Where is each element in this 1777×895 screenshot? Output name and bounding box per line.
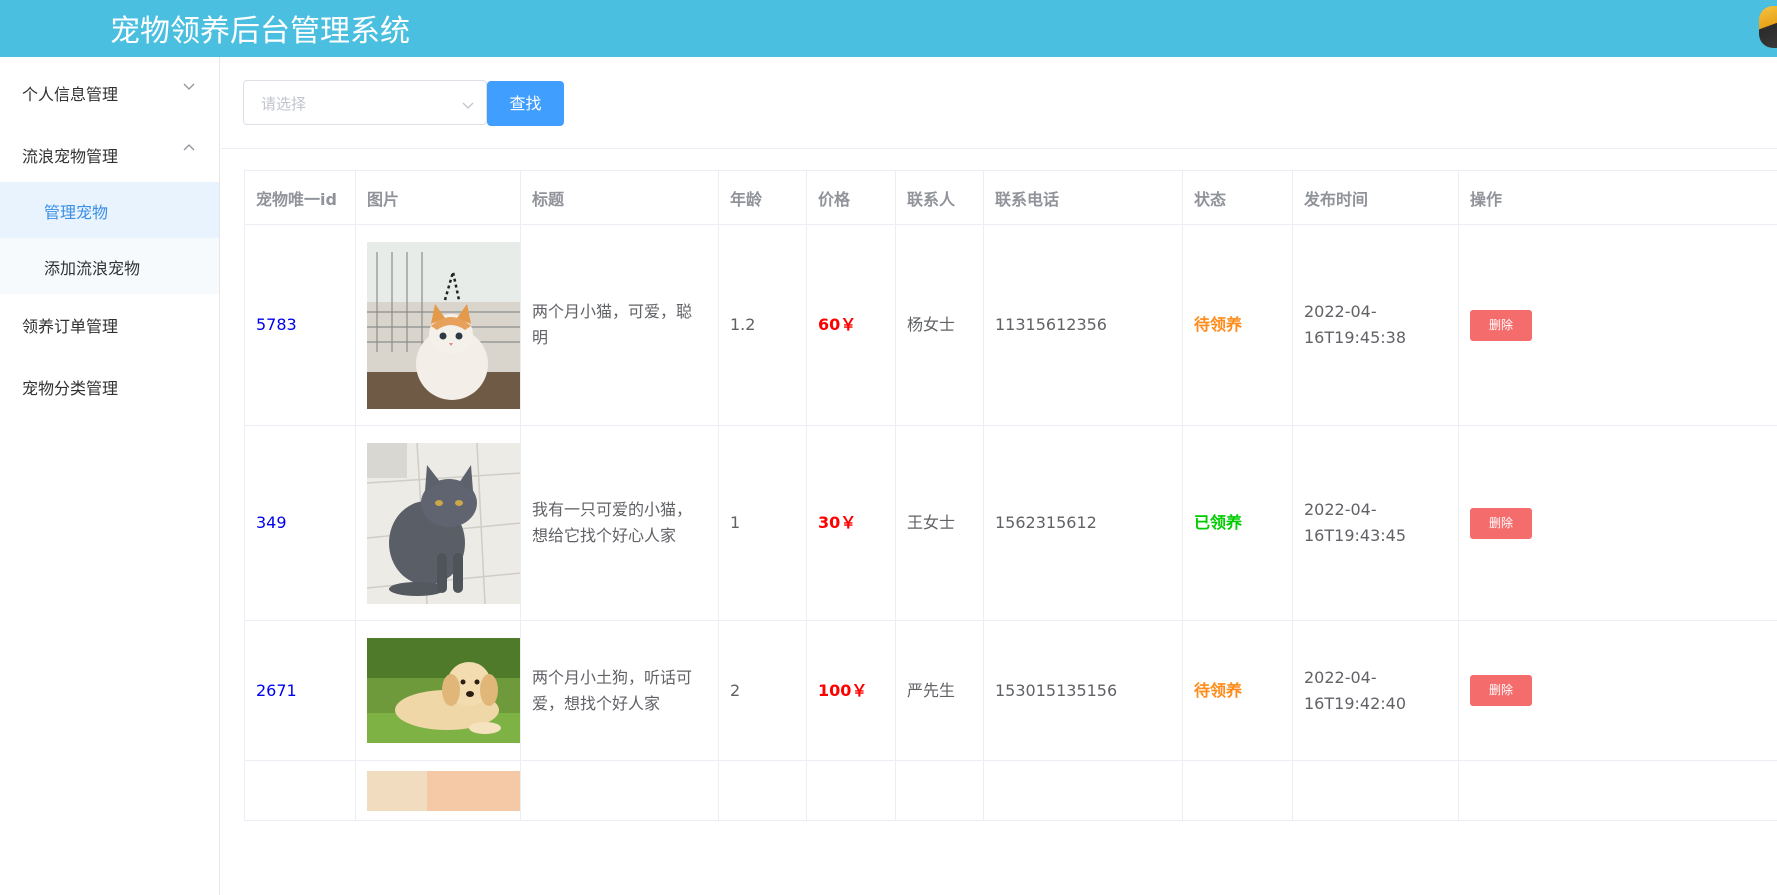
- pet-title: [520, 760, 719, 821]
- column-header-id: 宠物唯一id: [244, 170, 356, 225]
- status-badge: 待领养: [1182, 224, 1293, 426]
- sidebar-item-stray-pets[interactable]: 流浪宠物管理: [0, 122, 219, 184]
- column-header-age: 年龄: [718, 170, 807, 225]
- pet-phone: [983, 760, 1183, 821]
- pet-title: 两个月小土狗，听话可爱，想找个好人家: [520, 620, 719, 761]
- action-cell: 删除: [1458, 425, 1777, 621]
- sidebar-item-profile[interactable]: 个人信息管理: [0, 60, 219, 122]
- pet-image-cell: [355, 760, 521, 821]
- delete-button[interactable]: 删除: [1470, 507, 1532, 539]
- pet-phone: 11315612356: [983, 224, 1183, 426]
- search-button[interactable]: 查找: [487, 81, 564, 126]
- pet-price: 60￥: [806, 224, 896, 426]
- pet-image-cell: [355, 425, 521, 621]
- sidebar-item-label: 宠物分类管理: [22, 379, 119, 398]
- column-header-image: 图片: [355, 170, 521, 225]
- pet-id: 349: [244, 425, 356, 621]
- category-select[interactable]: 请选择: [243, 80, 487, 125]
- app-title: 宠物领养后台管理系统: [110, 14, 410, 49]
- publish-time: 2022-04-16T19:45:38: [1292, 224, 1459, 426]
- pet-age: 2: [718, 620, 807, 761]
- sidebar-item-pet-categories[interactable]: 宠物分类管理: [0, 354, 219, 416]
- pet-id: 5783: [244, 224, 356, 426]
- sidebar-item-adoption-orders[interactable]: 领养订单管理: [0, 292, 219, 354]
- pet-phone: 153015135156: [983, 620, 1183, 761]
- filter-toolbar: 请选择 查找: [221, 57, 1777, 149]
- pet-id: 2671: [244, 620, 356, 761]
- pet-image-kitten: [367, 241, 520, 409]
- pet-phone: 1562315612: [983, 425, 1183, 621]
- table-row: 2671 两个月小土狗，听话可爱，想找个好人家 2 100￥ 严先生 15301…: [244, 620, 1777, 761]
- pet-price: 30￥: [806, 425, 896, 621]
- pet-age: 1.2: [718, 224, 807, 426]
- sidebar-item-label: 个人信息管理: [22, 85, 119, 104]
- action-cell: 删除: [1458, 620, 1777, 761]
- pet-age: [718, 760, 807, 821]
- pet-title: 两个月小猫，可爱，聪明: [520, 224, 719, 426]
- sidebar-subitem-label: 添加流浪宠物: [44, 259, 141, 278]
- pet-price: 100￥: [806, 620, 896, 761]
- column-header-status: 状态: [1182, 170, 1293, 225]
- pet-id: [244, 760, 356, 821]
- chevron-down-icon: [183, 80, 197, 94]
- column-header-phone: 联系电话: [983, 170, 1183, 225]
- table-row: [244, 760, 1777, 821]
- pet-age: 1: [718, 425, 807, 621]
- table-row: 349 我有一只可爱的小猫，想给它找个好心人家 1 30￥ 王女士 156231…: [244, 425, 1777, 621]
- status-badge: [1182, 760, 1293, 821]
- status-badge: 已领养: [1182, 425, 1293, 621]
- pet-title: 我有一只可爱的小猫，想给它找个好心人家: [520, 425, 719, 621]
- column-header-contact: 联系人: [895, 170, 984, 225]
- chevron-down-icon: [462, 96, 474, 115]
- pet-image-golden-puppy: [367, 638, 520, 743]
- status-badge: 待领养: [1182, 620, 1293, 761]
- column-header-action: 操作: [1458, 170, 1777, 225]
- action-cell: 删除: [1458, 224, 1777, 426]
- pet-contact: 杨女士: [895, 224, 984, 426]
- action-cell: [1458, 760, 1777, 821]
- pet-contact: 王女士: [895, 425, 984, 621]
- sidebar-subitem-add-stray-pet[interactable]: 添加流浪宠物: [0, 238, 219, 294]
- pet-price: [806, 760, 896, 821]
- delete-button[interactable]: 删除: [1470, 675, 1532, 706]
- column-header-time: 发布时间: [1292, 170, 1459, 225]
- publish-time: 2022-04-16T19:43:45: [1292, 425, 1459, 621]
- pet-image-cell: [355, 620, 521, 761]
- publish-time: 2022-04-16T19:42:40: [1292, 620, 1459, 761]
- select-placeholder: 请选择: [261, 95, 307, 113]
- sidebar-item-label: 流浪宠物管理: [22, 147, 119, 166]
- pet-contact: 严先生: [895, 620, 984, 761]
- table-header-row: 宠物唯一id 图片 标题 年龄 价格 联系人 联系电话 状态 发布时间 操作: [244, 170, 1777, 225]
- pet-image-partial: [367, 770, 520, 811]
- sidebar-item-label: 领养订单管理: [22, 317, 119, 336]
- pet-image-grey-cat: [367, 442, 520, 604]
- column-header-price: 价格: [806, 170, 896, 225]
- sidebar: 个人信息管理 流浪宠物管理 管理宠物 添加流浪宠物 领养订单管理 宠物分类管理: [0, 57, 220, 895]
- app-header: 宠物领养后台管理系统: [0, 0, 1777, 57]
- pets-table: 宠物唯一id 图片 标题 年龄 价格 联系人 联系电话 状态 发布时间 操作 5…: [244, 170, 1777, 895]
- publish-time: [1292, 760, 1459, 821]
- sidebar-subitem-manage-pets[interactable]: 管理宠物: [0, 182, 219, 238]
- user-avatar[interactable]: [1759, 6, 1777, 48]
- delete-button[interactable]: 删除: [1470, 309, 1532, 341]
- table-row: 5783 两个月小猫，可爱，聪明 1.2 60￥ 杨女士 11315612356…: [244, 224, 1777, 426]
- pet-image-cell: [355, 224, 521, 426]
- sidebar-subitem-label: 管理宠物: [44, 203, 109, 222]
- chevron-up-icon: [183, 142, 197, 156]
- column-header-title: 标题: [520, 170, 719, 225]
- pet-contact: [895, 760, 984, 821]
